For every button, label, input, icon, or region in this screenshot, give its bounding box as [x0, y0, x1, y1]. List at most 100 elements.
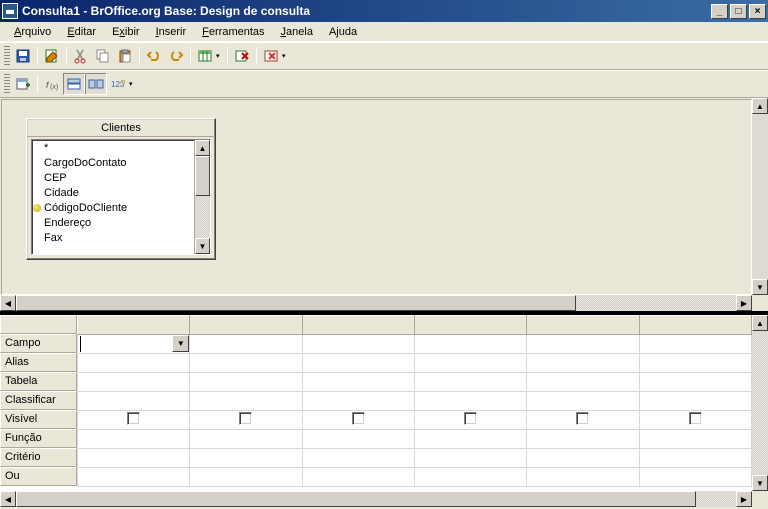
grid-hscroll[interactable]: ◀ ▶ [0, 491, 768, 507]
field-editor[interactable] [80, 336, 171, 352]
scroll-up-button[interactable]: ▲ [752, 315, 768, 331]
grid-cell[interactable] [78, 449, 190, 468]
grid-cell[interactable] [639, 449, 751, 468]
visible-checkbox[interactable] [239, 412, 252, 425]
grid-cell[interactable] [302, 411, 414, 430]
grid-cell[interactable] [302, 430, 414, 449]
column-header[interactable] [527, 316, 639, 335]
undo-icon[interactable] [143, 45, 165, 67]
row-header-alias[interactable]: Alias [0, 353, 77, 372]
menu-ajuda[interactable]: Ajuda [321, 24, 365, 40]
grid-cell[interactable] [190, 354, 302, 373]
run-query-icon[interactable] [194, 45, 216, 67]
grid-cell[interactable] [639, 354, 751, 373]
maximize-button[interactable]: □ [730, 4, 747, 19]
table-name-icon[interactable] [63, 73, 85, 95]
grid-cell[interactable] [302, 354, 414, 373]
grid-cell[interactable] [414, 411, 526, 430]
visible-checkbox[interactable] [127, 412, 140, 425]
menu-arquivo[interactable]: Arquivo [6, 24, 59, 40]
grid-cell[interactable] [527, 373, 639, 392]
row-header-corner[interactable] [0, 315, 77, 334]
copy-icon[interactable] [92, 45, 114, 67]
functions-icon[interactable]: f(x) [41, 73, 63, 95]
menu-ferramentas[interactable]: Ferramentas [194, 24, 272, 40]
scroll-right-button[interactable]: ▶ [736, 295, 752, 311]
scroll-down-button[interactable]: ▼ [195, 238, 210, 254]
row-header-tabela[interactable]: Tabela [0, 372, 77, 391]
grid-cell[interactable] [78, 392, 190, 411]
toolbar-grip[interactable] [4, 74, 10, 94]
scroll-track[interactable] [195, 156, 210, 238]
grid-cell[interactable] [302, 392, 414, 411]
scroll-down-button[interactable]: ▼ [752, 475, 768, 491]
grid-cell[interactable] [78, 354, 190, 373]
grid-cell[interactable] [302, 373, 414, 392]
scroll-right-button[interactable]: ▶ [736, 491, 752, 507]
grid-cell[interactable] [190, 392, 302, 411]
grid-cell[interactable] [527, 354, 639, 373]
grid-cell[interactable] [414, 373, 526, 392]
scroll-track[interactable] [16, 491, 736, 507]
visible-checkbox[interactable] [689, 412, 702, 425]
column-header[interactable] [414, 316, 526, 335]
field-row[interactable]: CargoDoContato [34, 156, 192, 171]
scroll-track[interactable] [752, 114, 768, 279]
visible-checkbox[interactable] [352, 412, 365, 425]
grid-cell[interactable] [527, 335, 639, 354]
menu-exibir[interactable]: Exibir [104, 24, 148, 40]
sql-view-dropdown[interactable]: ▾ [282, 52, 290, 60]
grid-cell[interactable] [78, 430, 190, 449]
save-icon[interactable] [12, 45, 34, 67]
row-header-critério[interactable]: Critério [0, 448, 77, 467]
menu-inserir[interactable]: Inserir [148, 24, 195, 40]
grid-cell[interactable] [414, 449, 526, 468]
canvas-vscroll[interactable]: ▲ ▼ [752, 98, 768, 295]
column-header[interactable] [639, 316, 751, 335]
grid-cell[interactable] [527, 411, 639, 430]
grid-cell[interactable] [78, 373, 190, 392]
row-header-campo[interactable]: Campo [0, 334, 77, 353]
scroll-thumb[interactable] [195, 156, 210, 196]
grid-cell[interactable] [302, 335, 414, 354]
grid-cell[interactable] [78, 468, 190, 487]
sql-view-icon[interactable] [260, 45, 282, 67]
add-table-icon[interactable] [12, 73, 34, 95]
scroll-thumb[interactable] [16, 295, 576, 311]
edit-icon[interactable] [41, 45, 63, 67]
grid-cell[interactable] [190, 468, 302, 487]
row-header-ou[interactable]: Ou [0, 467, 77, 486]
field-row[interactable]: Endereço [34, 216, 192, 231]
field-row-key[interactable]: CódigoDoCliente [34, 201, 192, 216]
grid-cell[interactable] [190, 335, 302, 354]
grid-cell[interactable] [527, 449, 639, 468]
scroll-track[interactable] [752, 331, 768, 475]
scroll-left-button[interactable]: ◀ [0, 491, 16, 507]
grid-cell[interactable] [639, 392, 751, 411]
grid-cell[interactable] [190, 430, 302, 449]
grid-cell[interactable] [414, 468, 526, 487]
redo-icon[interactable] [165, 45, 187, 67]
visible-checkbox[interactable] [576, 412, 589, 425]
visible-checkbox[interactable] [464, 412, 477, 425]
table-scrollbar[interactable]: ▲ ▼ [194, 140, 210, 254]
minimize-button[interactable]: _ [711, 4, 728, 19]
alias-icon[interactable] [85, 73, 107, 95]
clear-query-icon[interactable] [231, 45, 253, 67]
grid-cell[interactable] [414, 354, 526, 373]
scroll-left-button[interactable]: ◀ [0, 295, 16, 311]
scroll-up-button[interactable]: ▲ [752, 98, 768, 114]
grid-cell[interactable] [190, 411, 302, 430]
column-header[interactable] [78, 316, 190, 335]
field-row[interactable]: Cidade [34, 186, 192, 201]
grid-cell[interactable] [639, 335, 751, 354]
grid-cell[interactable] [414, 335, 526, 354]
run-query-dropdown[interactable]: ▾ [216, 52, 224, 60]
toolbar-overflow[interactable]: ▾ [129, 80, 137, 88]
grid-cell[interactable] [639, 373, 751, 392]
field-row[interactable]: * [34, 141, 192, 156]
grid-cell[interactable] [639, 411, 751, 430]
grid-cell[interactable]: ▼ [78, 335, 190, 354]
menu-janela[interactable]: Janela [273, 24, 321, 40]
toolbar-grip[interactable] [4, 46, 10, 66]
